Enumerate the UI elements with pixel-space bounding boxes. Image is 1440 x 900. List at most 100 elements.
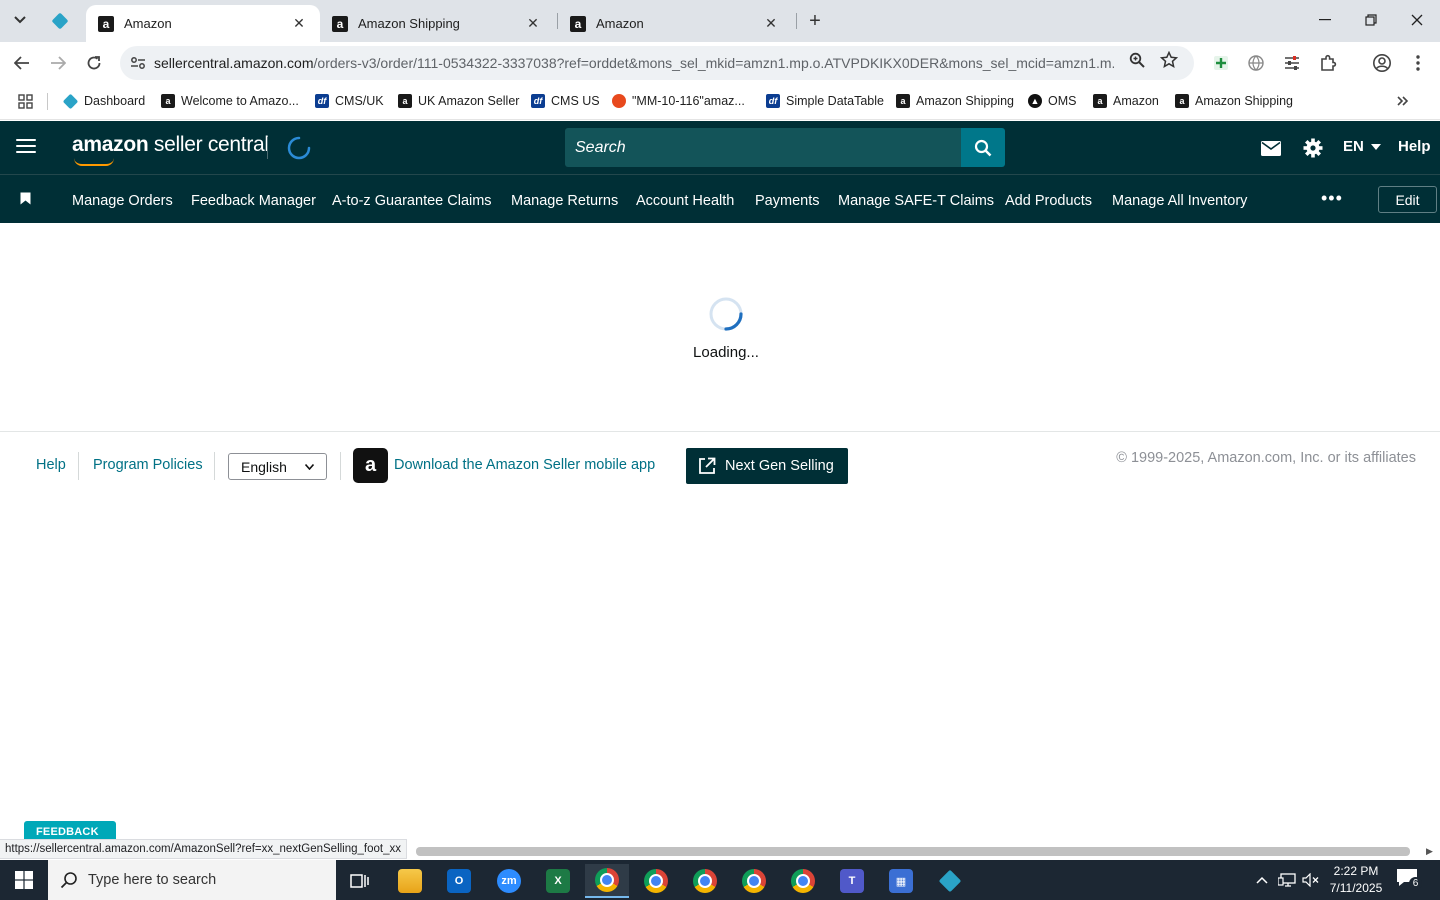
- excel-icon: X: [546, 869, 570, 893]
- logo-brand: amazon: [72, 133, 149, 156]
- nav-a-to-z-claims[interactable]: A-to-z Guarantee Claims: [332, 193, 492, 209]
- calculator-app[interactable]: ▦: [879, 864, 923, 898]
- bookmark-cms-us[interactable]: df CMS US: [531, 92, 600, 110]
- gear-icon[interactable]: [1302, 136, 1324, 160]
- zoom-app[interactable]: zm: [487, 864, 531, 898]
- back-button[interactable]: [8, 49, 36, 77]
- nav-account-health[interactable]: Account Health: [636, 193, 734, 209]
- site-info-icon[interactable]: [122, 46, 154, 80]
- bookmark-welcome-amazon[interactable]: a Welcome to Amazo...: [161, 92, 299, 110]
- search-button[interactable]: [961, 128, 1005, 167]
- edit-nav-button[interactable]: Edit: [1378, 186, 1437, 213]
- bookmark-uk-amazon-seller[interactable]: a UK Amazon Seller: [398, 92, 519, 110]
- tab-title: Amazon Shipping: [358, 16, 460, 31]
- footer-language-select[interactable]: English: [228, 453, 327, 480]
- start-button[interactable]: [0, 860, 48, 900]
- reload-button[interactable]: [80, 49, 108, 77]
- volume-muted-icon[interactable]: [1300, 860, 1322, 900]
- diamond-icon: [938, 869, 962, 893]
- chrome-profile-app[interactable]: [732, 864, 776, 898]
- amazon-seller-app-icon[interactable]: a: [353, 448, 388, 483]
- arrow-right-icon: [51, 56, 66, 70]
- bookmark-oms[interactable]: ▲ OMS: [1028, 92, 1076, 110]
- new-tab-button[interactable]: +: [802, 8, 828, 34]
- footer-program-policies-link[interactable]: Program Policies: [93, 457, 203, 473]
- external-link-icon: [699, 457, 716, 474]
- bookmark-amazon-shipping-2[interactable]: a Amazon Shipping: [1175, 92, 1293, 110]
- chrome-profile-app[interactable]: [781, 864, 825, 898]
- extension-plus-icon[interactable]: [1210, 52, 1232, 74]
- forward-button[interactable]: [44, 49, 72, 77]
- bookmark-dashboard[interactable]: Dashboard: [62, 92, 145, 110]
- apps-grid-icon[interactable]: [18, 92, 33, 110]
- more-nav-button[interactable]: •••: [1321, 188, 1343, 209]
- nav-manage-orders[interactable]: Manage Orders: [72, 193, 173, 209]
- close-tab-icon[interactable]: ✕: [762, 15, 780, 33]
- amazon-favicon-icon: a: [896, 94, 910, 108]
- mail-icon[interactable]: [1260, 136, 1282, 160]
- more-bookmarks-icon[interactable]: [1397, 92, 1409, 110]
- zoom-icon[interactable]: [1128, 51, 1146, 69]
- taskbar-search-input[interactable]: Type here to search: [48, 860, 336, 900]
- network-icon[interactable]: [1276, 860, 1298, 900]
- teams-app[interactable]: T: [830, 864, 874, 898]
- file-explorer-app[interactable]: [388, 864, 432, 898]
- tab-amazon-shipping[interactable]: a Amazon Shipping ✕: [320, 5, 554, 42]
- profile-icon[interactable]: [1371, 52, 1393, 74]
- show-hidden-icons-button[interactable]: [1252, 860, 1272, 900]
- kebab-menu-icon[interactable]: [1407, 52, 1429, 74]
- task-view-icon: [350, 874, 369, 888]
- next-gen-selling-label: Next Gen Selling: [725, 458, 834, 474]
- bookmark-simple-datatable[interactable]: df Simple DataTable: [766, 92, 884, 110]
- chrome-app-active[interactable]: [585, 864, 629, 898]
- chrome-profile-app[interactable]: [683, 864, 727, 898]
- minimize-button[interactable]: [1302, 0, 1348, 40]
- close-window-button[interactable]: [1394, 0, 1440, 40]
- address-bar[interactable]: sellercentral.amazon.com/orders-v3/order…: [120, 46, 1194, 80]
- bookmark-mm-10-116[interactable]: "MM-10-116"amaz...: [612, 92, 745, 110]
- footer-help-link[interactable]: Help: [36, 457, 66, 473]
- nav-manage-all-inventory[interactable]: Manage All Inventory: [1112, 193, 1247, 209]
- close-tab-icon[interactable]: ✕: [524, 15, 542, 33]
- next-gen-selling-button[interactable]: Next Gen Selling: [686, 448, 848, 484]
- bookmark-amazon[interactable]: a Amazon: [1093, 92, 1159, 110]
- bookmark-star-icon[interactable]: [1160, 51, 1178, 69]
- close-tab-icon[interactable]: ✕: [290, 15, 308, 33]
- tab-amazon[interactable]: a Amazon ✕: [558, 5, 792, 42]
- excel-app[interactable]: X: [536, 864, 580, 898]
- bookmark-amazon-shipping[interactable]: a Amazon Shipping: [896, 92, 1014, 110]
- nav-feedback-manager[interactable]: Feedback Manager: [191, 193, 316, 209]
- notification-center-button[interactable]: 6: [1396, 868, 1422, 892]
- chrome-profile-app[interactable]: [634, 864, 678, 898]
- chrome-icon: [595, 868, 619, 892]
- language-selector[interactable]: EN: [1343, 138, 1382, 155]
- tab-amazon-active[interactable]: a Amazon ✕: [86, 5, 320, 42]
- nav-manage-returns[interactable]: Manage Returns: [511, 193, 618, 209]
- bookmark-cms-uk[interactable]: df CMS/UK: [315, 92, 384, 110]
- df-favicon-icon: df: [531, 94, 545, 108]
- hamburger-menu-icon[interactable]: [16, 139, 36, 155]
- puzzle-extensions-icon[interactable]: [1317, 52, 1339, 74]
- nav-manage-safe-t-claims[interactable]: Manage SAFE-T Claims: [838, 193, 994, 209]
- help-link[interactable]: Help: [1398, 138, 1431, 155]
- system-clock[interactable]: 2:22 PM 7/11/2025: [1326, 863, 1386, 897]
- horizontal-scrollbar-thumb[interactable]: [416, 847, 1410, 856]
- tab-title: Amazon: [124, 16, 172, 31]
- windows-taskbar: Type here to search O zm X T ▦ 2:22 PM 7…: [0, 860, 1440, 900]
- restore-button[interactable]: [1348, 0, 1394, 40]
- tab-search-button[interactable]: [6, 7, 34, 33]
- pinned-app[interactable]: [928, 864, 972, 898]
- bookmark-icon[interactable]: [20, 192, 31, 205]
- download-app-link[interactable]: Download the Amazon Seller mobile app: [394, 457, 655, 473]
- scroll-right-arrow-icon[interactable]: ▶: [1426, 846, 1433, 857]
- sliders-extension-icon[interactable]: [1281, 52, 1303, 74]
- nav-add-products[interactable]: Add Products: [1005, 193, 1092, 209]
- globe-extension-icon[interactable]: [1245, 52, 1267, 74]
- outlook-app[interactable]: O: [437, 864, 481, 898]
- tab-separator: [796, 13, 797, 29]
- search-input[interactable]: Search: [565, 128, 961, 167]
- amazon-seller-central-logo[interactable]: amazon seller central: [72, 133, 269, 166]
- task-view-button[interactable]: [338, 864, 382, 898]
- nav-payments[interactable]: Payments: [755, 193, 819, 209]
- pinned-tab[interactable]: [46, 8, 74, 34]
